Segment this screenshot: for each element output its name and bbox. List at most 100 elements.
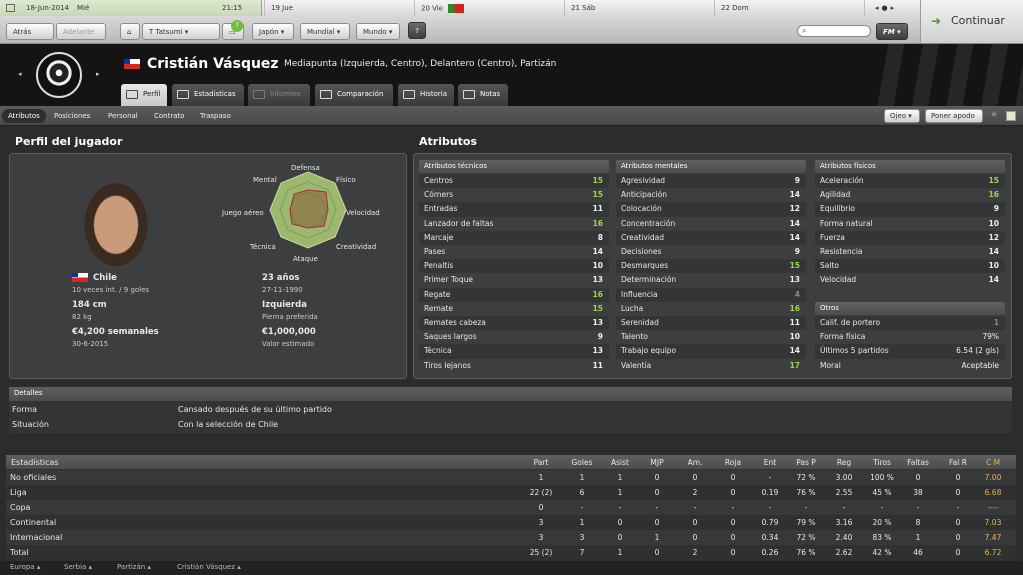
- calendar-day[interactable]: 20 Vie: [414, 0, 564, 16]
- search-input[interactable]: ⌕: [797, 25, 871, 37]
- subnav-atributos[interactable]: Atributos: [2, 109, 46, 123]
- attribute-row[interactable]: Lanzador de faltas 16: [419, 216, 609, 231]
- world-menu[interactable]: Mundo ▾: [356, 23, 400, 40]
- attribute-row[interactable]: Lucha 16: [616, 301, 806, 316]
- attribute-row[interactable]: Penaltis 10: [419, 259, 609, 274]
- stats-column-header[interactable]: Ent: [752, 458, 788, 467]
- breadcrumb-item[interactable]: Europa ▴: [10, 563, 40, 571]
- stats-cell: -: [916, 503, 920, 512]
- player-header: ◂ ▸ Cristián Vásquez Mediapunta (Izquier…: [0, 44, 1023, 106]
- subnav-contrato[interactable]: Contrato: [148, 109, 191, 123]
- help-button[interactable]: ?: [408, 22, 426, 39]
- manager-menu[interactable]: T Tatsumi ▾: [142, 23, 220, 40]
- calendar-day[interactable]: 21 Sáb: [564, 0, 714, 16]
- attribute-row[interactable]: Regate 16: [419, 287, 609, 302]
- breadcrumb-item[interactable]: Cristián Vásquez ▴: [177, 563, 241, 571]
- edit-icon[interactable]: [1006, 111, 1016, 121]
- calendar-day[interactable]: 19 Jue: [264, 0, 414, 16]
- world-cup-menu[interactable]: Mundial ▾: [300, 23, 350, 40]
- attribute-row[interactable]: Saques largos 9: [419, 330, 609, 345]
- attribute-row[interactable]: Forma física 79%: [815, 330, 1005, 345]
- calendar-day[interactable]: 22 Dom: [714, 0, 864, 16]
- notification-badge[interactable]: 7: [231, 20, 243, 32]
- forward-button[interactable]: Adelante: [56, 23, 106, 40]
- tab-estadisticas[interactable]: Estadísticas: [172, 84, 244, 106]
- star-icon[interactable]: ★: [990, 110, 998, 120]
- japan-menu[interactable]: Japón ▾: [252, 23, 294, 40]
- subnav-traspaso[interactable]: Traspaso: [194, 109, 237, 123]
- stats-column-header[interactable]: Tiros: [864, 458, 900, 467]
- attribute-row[interactable]: Velocidad 14: [815, 273, 1005, 288]
- attribute-row[interactable]: Primer Toque 13: [419, 273, 609, 288]
- attribute-row[interactable]: Pases 14: [419, 245, 609, 260]
- prev-club-icon[interactable]: ◂: [18, 70, 22, 78]
- attribute-row[interactable]: Determinación 13: [616, 273, 806, 288]
- attribute-row[interactable]: Concentración 14: [616, 216, 806, 231]
- scout-menu[interactable]: Ojeo ▾: [884, 109, 920, 123]
- nickname-button[interactable]: Poner apodo: [925, 109, 983, 123]
- tab-comparacion[interactable]: Comparación: [315, 84, 393, 106]
- attribute-name: Entradas: [424, 204, 458, 214]
- stats-column-header[interactable]: Goles: [564, 458, 600, 467]
- stats-column-header[interactable]: Asist: [602, 458, 638, 467]
- fm-menu[interactable]: FM ▾: [876, 23, 908, 40]
- attribute-row[interactable]: Aceleración 15: [815, 174, 1005, 189]
- tab-informes[interactable]: Informes: [248, 84, 310, 106]
- attribute-row[interactable]: Técnica 13: [419, 344, 609, 359]
- club-crest-icon[interactable]: [36, 52, 82, 98]
- attribute-row[interactable]: Agilidad 16: [815, 188, 1005, 203]
- attribute-row[interactable]: Valentía 17: [616, 358, 806, 373]
- attribute-row[interactable]: Córners 15: [419, 188, 609, 203]
- stats-column-header[interactable]: Reg: [826, 458, 862, 467]
- attribute-row[interactable]: Centros 15: [419, 174, 609, 189]
- attribute-row[interactable]: Talento 10: [616, 330, 806, 345]
- stats-cell: 76 %: [796, 548, 816, 557]
- stats-column-header[interactable]: Fal R: [940, 458, 976, 467]
- attribute-row[interactable]: Influencia 4: [616, 287, 806, 302]
- attribute-row[interactable]: Anticipación 14: [616, 188, 806, 203]
- stats-column-header[interactable]: Roja: [715, 458, 751, 467]
- subnav-personal[interactable]: Personal: [102, 109, 144, 123]
- breadcrumb-item[interactable]: Serbia ▴: [64, 563, 92, 571]
- attribute-row[interactable]: Entradas 11: [419, 202, 609, 217]
- attribute-row[interactable]: Equilibrio 9: [815, 202, 1005, 217]
- attribute-row[interactable]: Trabajo equipo 14: [616, 344, 806, 359]
- calendar-nav[interactable]: ◂●▸: [864, 0, 920, 16]
- attribute-row[interactable]: Agresividad 9: [616, 174, 806, 189]
- subnav-posiciones[interactable]: Posiciones: [48, 109, 96, 123]
- tab-historia[interactable]: Historia: [398, 84, 454, 106]
- attribute-row[interactable]: Remates cabeza 13: [419, 316, 609, 331]
- attribute-row[interactable]: Colocación 12: [616, 202, 806, 217]
- attribute-row[interactable]: Remate 15: [419, 301, 609, 316]
- stats-column-header[interactable]: Part: [523, 458, 559, 467]
- tab-perfil[interactable]: Perfil: [121, 84, 167, 106]
- attribute-row[interactable]: Salto 10: [815, 259, 1005, 274]
- attribute-row[interactable]: Tiros lejanos 11: [419, 358, 609, 373]
- stats-cell: 72 %: [796, 473, 816, 482]
- continue-button[interactable]: ➜ Continuar: [920, 0, 1023, 44]
- attribute-row[interactable]: Marcaje 8: [419, 230, 609, 245]
- attribute-row[interactable]: Moral Aceptable: [815, 358, 1005, 373]
- stats-column-header[interactable]: Pas P: [788, 458, 824, 467]
- attribute-row[interactable]: Resistencia 14: [815, 245, 1005, 260]
- attribute-row[interactable]: Desmarques 15: [616, 259, 806, 274]
- attribute-row[interactable]: Últimos 5 partidos 6.54 (2 gls): [815, 344, 1005, 359]
- home-icon[interactable]: ⌂: [120, 23, 140, 40]
- stats-column-header[interactable]: Am.: [677, 458, 713, 467]
- attribute-row[interactable]: Forma natural 10: [815, 216, 1005, 231]
- stats-column-header[interactable]: Faltas: [900, 458, 936, 467]
- attribute-row[interactable]: Calif. de portero 1: [815, 316, 1005, 331]
- attribute-row[interactable]: Fuerza 12: [815, 230, 1005, 245]
- attribute-value: 13: [592, 318, 603, 327]
- attribute-row[interactable]: Serenidad 11: [616, 316, 806, 331]
- tab-notas[interactable]: Notas: [458, 84, 508, 106]
- stats-column-header[interactable]: C M: [975, 458, 1011, 467]
- breadcrumb-item[interactable]: Partizán ▴: [117, 563, 151, 571]
- stats-column-header[interactable]: MJP: [639, 458, 675, 467]
- current-weekday: Mié: [77, 4, 90, 12]
- next-club-icon[interactable]: ▸: [96, 70, 100, 78]
- attribute-row[interactable]: Creatividad 14: [616, 230, 806, 245]
- back-button[interactable]: Atrás: [6, 23, 54, 40]
- attribute-row[interactable]: Decisiones 9: [616, 245, 806, 260]
- calendar-strip[interactable]: 18-Jun-2014 Mié 21:15 19 Jue 20 Vie 21 S…: [0, 0, 920, 16]
